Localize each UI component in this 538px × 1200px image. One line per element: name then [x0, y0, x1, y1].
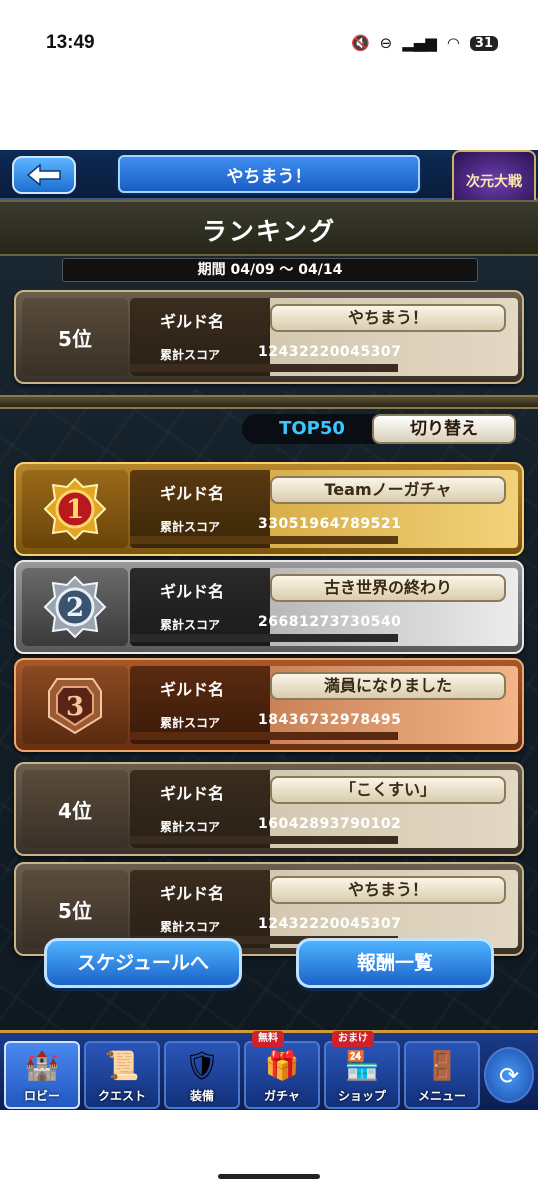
- status-time: 13:49: [46, 32, 95, 53]
- ranking-row-4[interactable]: 4位 ギルド名 「こくすい」 累計スコア 16042893790102: [14, 762, 524, 856]
- guild-name: 「こくすい」: [270, 776, 506, 804]
- rank-medal: 3: [22, 666, 128, 744]
- nav-shop[interactable]: おまけ 🏪 ショップ: [324, 1031, 400, 1109]
- nav-menu[interactable]: 🚪 メニュー: [404, 1041, 480, 1109]
- wifi-icon: ◠: [446, 34, 460, 52]
- signal-icon: ▂▄▆: [402, 34, 437, 52]
- arrow-left-icon: [26, 164, 61, 186]
- guild-title: やちまう！: [118, 155, 420, 193]
- svg-text:3: 3: [66, 692, 84, 722]
- status-icons: 🔇 ⊖ ▂▄▆ ◠ 31: [351, 34, 498, 52]
- system-nav-area: [0, 1110, 538, 1200]
- mute-icon: 🔇: [350, 34, 370, 52]
- rank-medal: 2: [22, 568, 128, 646]
- home-indicator[interactable]: [218, 1174, 320, 1179]
- rank-label: 4位: [22, 770, 128, 848]
- back-button[interactable]: [12, 156, 76, 194]
- guild-name: Teamノーガチャ: [270, 476, 506, 504]
- bottom-nav: 🏰 ロビー 📜 クエスト 🛡 装備 無料 🎁 ガチャ おまけ 🏪 ショップ 🚪 …: [0, 1030, 538, 1110]
- svg-text:2: 2: [66, 593, 84, 623]
- guild-score: 26681273730540: [258, 614, 402, 630]
- my-guild-row: 5位 ギルド名 やちまう！ 累計スコア 12432220045307: [14, 290, 524, 384]
- guild-score: 12432220045307: [258, 344, 402, 360]
- nav-quest[interactable]: 📜 クエスト: [84, 1041, 160, 1109]
- guild-score: 18436732978495: [258, 712, 402, 728]
- rank-medal: 1: [22, 470, 128, 548]
- rank-label: 5位: [22, 298, 128, 376]
- rank-label: 5位: [22, 870, 128, 948]
- page-title: ランキング: [201, 217, 337, 246]
- rewards-button[interactable]: 報酬一覧: [296, 938, 494, 988]
- ranking-row-3[interactable]: 3 ギルド名 満員になりました 累計スコア 18436732978495: [14, 658, 524, 752]
- nav-equipment[interactable]: 🛡 装備: [164, 1041, 240, 1109]
- chest-icon: 🎁: [264, 1049, 300, 1082]
- guild-name: やちまう！: [270, 876, 506, 904]
- schedule-button[interactable]: スケジュールへ: [44, 938, 242, 988]
- guild-name: 満員になりました: [270, 672, 506, 700]
- battery-icon: 31: [469, 35, 498, 51]
- guild-score: 12432220045307: [258, 916, 402, 932]
- shop-icon: 🏪: [344, 1049, 380, 1082]
- nav-gacha[interactable]: 無料 🎁 ガチャ: [244, 1031, 320, 1109]
- nav-lobby[interactable]: 🏰 ロビー: [4, 1041, 80, 1109]
- armor-icon: 🛡: [184, 1049, 220, 1082]
- svg-text:1: 1: [66, 495, 84, 525]
- ranking-row-2[interactable]: 2 ギルド名 古き世界の終わり 累計スコア 26681273730540: [14, 560, 524, 654]
- guild-name-label: ギルド名: [160, 312, 225, 331]
- guild-name: 古き世界の終わり: [270, 574, 506, 602]
- silver-medal-icon: 2: [43, 575, 107, 639]
- refresh-icon: ⟳: [498, 1062, 520, 1090]
- filter-bar: TOP50 切り替え: [242, 414, 516, 444]
- top-bar: やちまう！ 次元大戦: [0, 150, 538, 212]
- bronze-medal-icon: 3: [48, 678, 102, 735]
- period-label: 期間 04/09 ～ 04/14: [62, 258, 478, 282]
- scroll-icon: 📜: [104, 1049, 140, 1082]
- switch-button[interactable]: 切り替え: [372, 414, 516, 444]
- castle-icon: 🏰: [24, 1049, 60, 1082]
- guild-score: 33051964789521: [258, 516, 402, 532]
- guild-panel: ギルド名 やちまう！ 累計スコア 12432220045307: [130, 298, 518, 376]
- status-bar: 13:49 🔇 ⊖ ▂▄▆ ◠ 31: [0, 0, 538, 92]
- top50-label: TOP50: [242, 414, 382, 444]
- menu-icon: 🚪: [424, 1049, 460, 1082]
- page-header: ランキング: [0, 200, 538, 256]
- gold-medal-icon: 1: [43, 477, 107, 541]
- status-spacer: [0, 92, 538, 150]
- free-tag: 無料: [252, 1031, 284, 1047]
- divider: [0, 395, 538, 409]
- guild-name: やちまう！: [270, 304, 506, 332]
- game-screen: やちまう！ 次元大戦 ランキング 期間 04/09 ～ 04/14 5位 ギルド…: [0, 150, 538, 1110]
- ranking-row-1[interactable]: 1 ギルド名 Teamノーガチャ 累計スコア 33051964789521: [14, 462, 524, 556]
- score-label: 累計スコア: [160, 348, 221, 362]
- guild-score: 16042893790102: [258, 816, 402, 832]
- bonus-tag: おまけ: [332, 1031, 374, 1047]
- dnd-icon: ⊖: [379, 34, 393, 52]
- refresh-button[interactable]: ⟳: [484, 1047, 534, 1103]
